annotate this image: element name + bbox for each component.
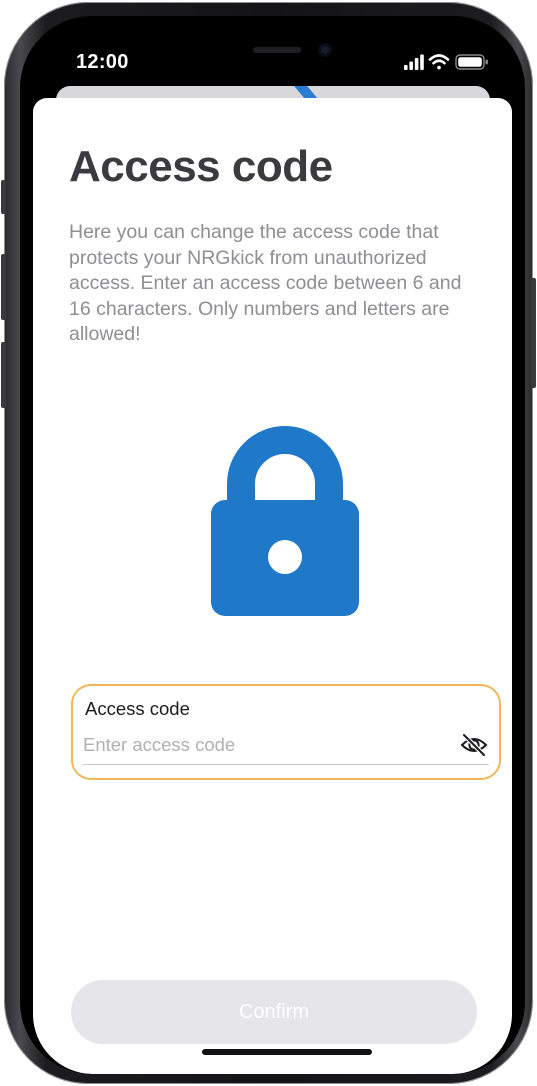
confirm-button[interactable]: Confirm bbox=[71, 980, 477, 1044]
power-button bbox=[531, 278, 536, 388]
eye-slash-icon bbox=[460, 732, 488, 758]
wifi-icon bbox=[428, 54, 450, 70]
input-underline bbox=[83, 764, 489, 765]
access-code-label: Access code bbox=[85, 698, 190, 719]
page-description: Here you can change the access code that… bbox=[69, 221, 462, 346]
access-code-field: Access code bbox=[71, 684, 501, 780]
access-code-input[interactable] bbox=[83, 732, 443, 758]
cellular-signal-icon bbox=[404, 54, 424, 70]
earpiece-speaker bbox=[253, 47, 301, 53]
front-camera bbox=[318, 43, 332, 57]
action-button bbox=[1, 180, 6, 214]
status-time: 12:00 bbox=[76, 51, 129, 73]
home-indicator bbox=[202, 1049, 372, 1055]
lock-icon bbox=[211, 426, 359, 616]
toggle-visibility-button[interactable] bbox=[459, 732, 489, 758]
volume-down-button bbox=[1, 342, 6, 408]
volume-up-button bbox=[1, 254, 6, 320]
phone-frame: 12:00 Access code Here you can change th… bbox=[1, 2, 536, 1084]
dynamic-island bbox=[208, 30, 358, 70]
phone-screen: 12:00 Access code Here you can change th… bbox=[20, 16, 525, 1074]
page-title: Access code bbox=[69, 142, 333, 191]
status-icons bbox=[404, 54, 488, 70]
screenshot-stage: 12:00 Access code Here you can change th… bbox=[0, 0, 537, 1086]
battery-icon bbox=[455, 54, 488, 70]
access-code-sheet: Access code Here you can change the acce… bbox=[33, 98, 512, 1074]
